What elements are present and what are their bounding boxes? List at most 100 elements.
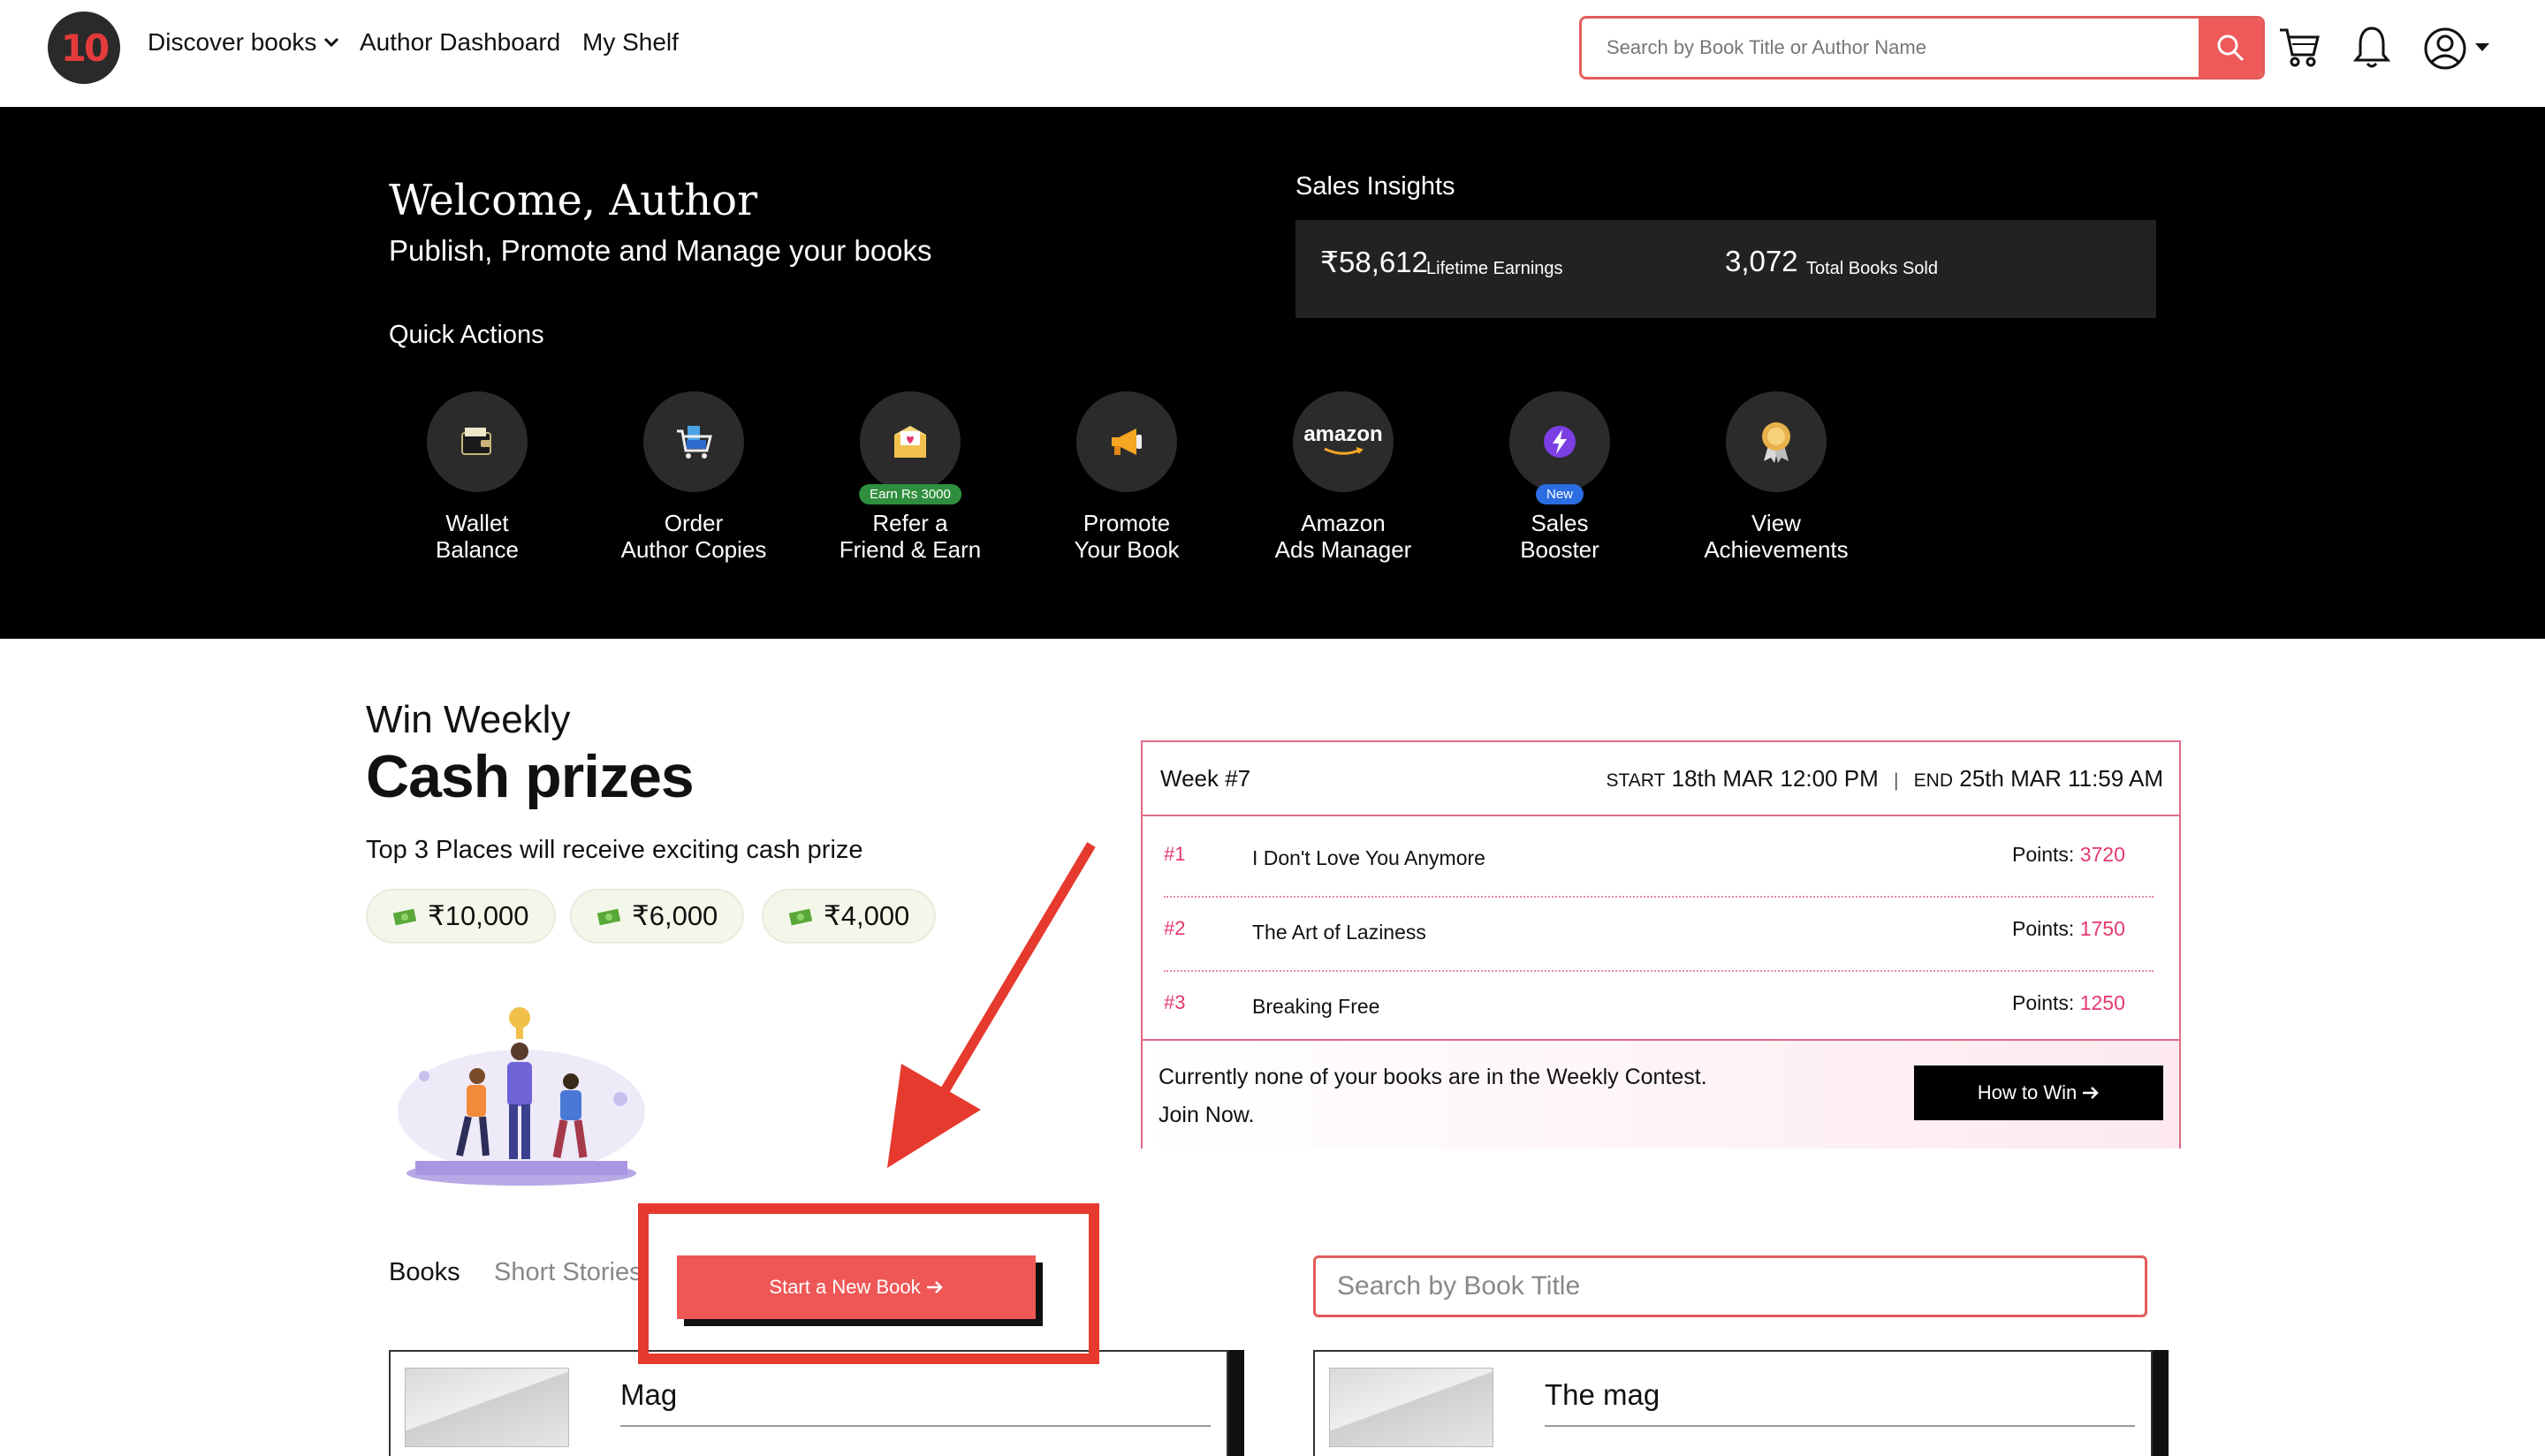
cash-icon: [788, 908, 813, 926]
qa-line2: Balance: [436, 536, 519, 563]
qa-line1: Wallet: [445, 510, 509, 536]
tab-books[interactable]: Books: [389, 1258, 460, 1287]
qa-line2: Booster: [1520, 536, 1599, 563]
contest-timing: START 18th MAR 12:00 PM | END 25th MAR 1…: [1606, 765, 2163, 792]
cart-icon[interactable]: [2278, 25, 2321, 69]
earn-badge: Earn Rs 3000: [859, 484, 961, 504]
quick-actions-title: Quick Actions: [389, 321, 544, 349]
book-title: The Art of Laziness: [1252, 921, 1426, 944]
leaderboard-footer: Currently none of your books are in the …: [1143, 1039, 2179, 1149]
contest-subtitle: Top 3 Places will receive exciting cash …: [366, 836, 863, 864]
welcome-heading: Welcome, Author: [389, 176, 758, 225]
lightning-icon: [1544, 426, 1576, 458]
nav-author-dashboard[interactable]: Author Dashboard: [360, 28, 560, 57]
sales-insights-title: Sales Insights: [1295, 172, 1455, 201]
celebration-illustration: [398, 1007, 645, 1186]
books-sold-label: Total Books Sold: [1806, 259, 1938, 278]
amazon-smile-icon: [1324, 447, 1364, 455]
prize-amount: ₹6,000: [632, 900, 718, 931]
quick-action-circle: New: [1509, 391, 1610, 504]
leaderboard-header: Week #7 START 18th MAR 12:00 PM | END 25…: [1143, 742, 2179, 816]
quick-action-circle: [1726, 391, 1827, 492]
quick-action-promote[interactable]: Promote Your Book: [1029, 391, 1224, 563]
start-label: START: [1606, 770, 1666, 791]
quick-action-wallet[interactable]: Wallet Balance: [380, 391, 574, 563]
amazon-logo: amazon: [1303, 424, 1383, 459]
qa-line1: Promote: [1083, 510, 1171, 536]
weekly-leaderboard: Week #7 START 18th MAR 12:00 PM | END 25…: [1141, 740, 2181, 1149]
qa-line2: Your Book: [1074, 536, 1180, 563]
user-icon[interactable]: [2423, 27, 2467, 71]
how-to-win-button[interactable]: How to Win: [1914, 1065, 2163, 1120]
search-button[interactable]: [2199, 19, 2262, 77]
book-card[interactable]: The mag: [1313, 1350, 2153, 1456]
leaderboard-row[interactable]: #3 Breaking Free Points: 1250: [1164, 974, 2154, 1046]
qa-line1: Order: [664, 510, 724, 536]
quick-action-label: Amazon Ads Manager: [1246, 510, 1440, 563]
wallet-icon: [461, 428, 491, 455]
rank: #2: [1164, 917, 1186, 939]
qa-line2: Friend & Earn: [839, 536, 982, 563]
book-card-title: The mag: [1545, 1378, 1660, 1411]
quick-action-label: Promote Your Book: [1029, 510, 1224, 563]
leaderboard-row[interactable]: #2 The Art of Laziness Points: 1750: [1164, 899, 2154, 972]
points-value: 1750: [2079, 917, 2125, 940]
hero-tagline: Publish, Promote and Manage your books: [389, 234, 932, 267]
nav-my-shelf-label: My Shelf: [582, 28, 679, 56]
books-sold-value: 3,072: [1725, 245, 1798, 277]
quick-action-label: Refer a Friend & Earn: [813, 510, 1007, 563]
points: Points: 3720: [2012, 843, 2125, 867]
quick-action-amazon-ads[interactable]: amazon Amazon Ads Manager: [1246, 391, 1440, 563]
envelope-heart-icon: [894, 426, 926, 458]
points-label: Points:: [2012, 991, 2075, 1014]
global-search-input[interactable]: [1582, 19, 2199, 77]
tab-short-stories[interactable]: Short Stories: [494, 1258, 642, 1287]
qa-line2: Ads Manager: [1274, 536, 1412, 563]
site-logo[interactable]: 10: [48, 11, 120, 84]
quick-action-refer[interactable]: Earn Rs 3000 Refer a Friend & Earn: [813, 391, 1007, 563]
lifetime-earnings-label: Lifetime Earnings: [1426, 259, 1563, 278]
join-now-link[interactable]: Join Now.: [1159, 1103, 1254, 1127]
points-value: 1250: [2079, 991, 2125, 1014]
quick-action-label: View Achievements: [1679, 510, 1873, 563]
points: Points: 1250: [2012, 991, 2125, 1015]
divider: [620, 1425, 1211, 1427]
quick-action-order-copies[interactable]: Order Author Copies: [596, 391, 791, 563]
prize-chip-second: ₹6,000: [570, 889, 745, 944]
nav-my-shelf[interactable]: My Shelf: [582, 28, 679, 57]
points-value: 3720: [2079, 843, 2125, 866]
quick-action-label: Sales Booster: [1462, 510, 1657, 563]
quick-action-label: Wallet Balance: [380, 510, 574, 563]
qa-line1: Refer a: [872, 510, 948, 536]
annotation-highlight-box: [638, 1203, 1099, 1364]
book-card-title: Mag: [620, 1378, 678, 1411]
sales-insights-panel: ₹58,612 Lifetime Earnings 3,072 Total Bo…: [1295, 220, 2156, 318]
nav-discover-books-label: Discover books: [148, 28, 317, 56]
contest-heading-small: Win Weekly: [366, 698, 571, 741]
book-card[interactable]: Mag: [389, 1350, 1228, 1456]
qa-line2: Achievements: [1704, 536, 1849, 563]
top-header: 10 Discover books Author Dashboard My Sh…: [0, 0, 2545, 107]
qa-line1: View: [1751, 510, 1801, 536]
bell-icon[interactable]: [2352, 25, 2391, 71]
quick-action-achievements[interactable]: View Achievements: [1679, 391, 1873, 563]
hero-banner: Welcome, Author Publish, Promote and Man…: [0, 107, 2545, 639]
annotation-arrow: [887, 842, 1096, 1168]
prize-chip-first: ₹10,000: [366, 889, 556, 944]
contest-status-message: Currently none of your books are in the …: [1159, 1058, 1707, 1134]
week-label: Week #7: [1160, 765, 1251, 792]
chevron-down-icon: [324, 37, 339, 48]
quick-action-circle: amazon: [1293, 391, 1394, 492]
leaderboard-row[interactable]: #1 I Don't Love You Anymore Points: 3720: [1164, 825, 2154, 898]
book-search-input[interactable]: [1313, 1255, 2147, 1317]
points-label: Points:: [2012, 917, 2075, 940]
quick-action-sales-booster[interactable]: New Sales Booster: [1462, 391, 1657, 563]
global-search: [1579, 16, 2265, 80]
prize-amount: ₹10,000: [428, 900, 529, 931]
nav-discover-books[interactable]: Discover books: [148, 28, 339, 57]
rank: #3: [1164, 991, 1186, 1013]
qa-line2: Author Copies: [620, 536, 767, 563]
caret-down-icon[interactable]: [2474, 42, 2490, 53]
cash-icon: [596, 908, 621, 926]
megaphone-icon: [1112, 428, 1142, 455]
